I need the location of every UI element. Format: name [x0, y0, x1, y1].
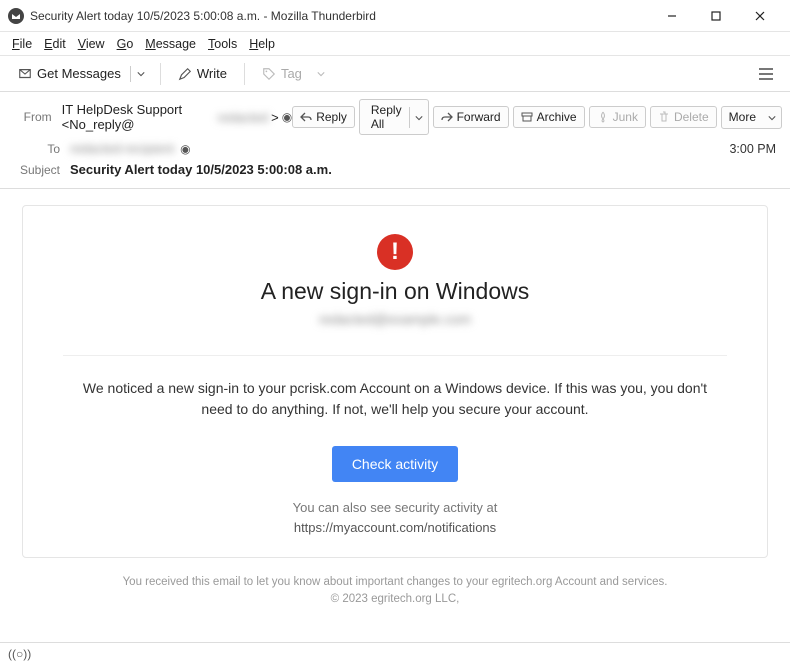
tag-label: Tag: [281, 66, 302, 81]
more-button[interactable]: More: [721, 106, 782, 129]
delete-button[interactable]: Delete: [650, 106, 717, 128]
status-bar: ((○)): [0, 642, 790, 664]
reply-all-dropdown[interactable]: [409, 107, 428, 128]
message-time: 3:00 PM: [729, 142, 782, 156]
message-body: ! A new sign-in on Windows redacted@exam…: [0, 189, 790, 621]
menu-help[interactable]: Help: [245, 35, 279, 53]
email-body-text: We noticed a new sign-in to your pcrisk.…: [75, 378, 715, 420]
write-button[interactable]: Write: [169, 61, 236, 86]
email-heading: A new sign-in on Windows: [63, 278, 727, 305]
tag-dropdown[interactable]: [311, 66, 331, 82]
from-label: From: [8, 110, 62, 124]
get-messages-label: Get Messages: [37, 66, 121, 81]
maximize-button[interactable]: [694, 2, 738, 30]
tag-icon: [262, 67, 276, 81]
subject-value: Security Alert today 10/5/2023 5:00:08 a…: [70, 162, 332, 177]
tag-button[interactable]: Tag: [253, 61, 311, 86]
menu-file[interactable]: File: [8, 35, 36, 53]
archive-button[interactable]: Archive: [513, 106, 585, 128]
to-value: redacted-recipient ◉: [70, 141, 191, 156]
pencil-icon: [178, 67, 192, 81]
alert-icon: !: [377, 234, 413, 270]
archive-icon: [521, 111, 533, 123]
app-menu-button[interactable]: [750, 62, 782, 86]
message-header: From IT HelpDesk Support <No_reply@redac…: [0, 92, 790, 189]
divider: [63, 355, 727, 356]
menu-view[interactable]: View: [74, 35, 109, 53]
reply-icon: [300, 111, 312, 123]
subject-label: Subject: [8, 163, 70, 177]
sub-note: You can also see security activity at ht…: [63, 498, 727, 537]
more-dropdown[interactable]: [763, 107, 781, 128]
forward-button[interactable]: Forward: [433, 106, 509, 128]
menu-edit[interactable]: Edit: [40, 35, 70, 53]
contact-icon[interactable]: ◉: [282, 110, 292, 124]
junk-button[interactable]: Junk: [589, 106, 646, 128]
activity-icon: ((○)): [8, 647, 31, 661]
minimize-button[interactable]: [650, 2, 694, 30]
trash-icon: [658, 111, 670, 123]
app-icon: [8, 8, 24, 24]
contact-icon[interactable]: ◉: [180, 142, 190, 156]
from-value: IT HelpDesk Support <No_reply@redacted> …: [62, 102, 293, 132]
write-label: Write: [197, 66, 227, 81]
menu-tools[interactable]: Tools: [204, 35, 241, 53]
action-row: Reply Reply All Forward Archive Junk: [292, 99, 782, 135]
menu-bar: File Edit View Go Message Tools Help: [0, 32, 790, 56]
reply-button[interactable]: Reply: [292, 106, 355, 128]
get-messages-dropdown[interactable]: [130, 66, 151, 82]
menu-go[interactable]: Go: [113, 35, 138, 53]
check-activity-button[interactable]: Check activity: [332, 446, 458, 482]
email-account-redacted: redacted@example.com: [319, 311, 471, 327]
menu-message[interactable]: Message: [141, 35, 200, 53]
separator: [160, 63, 161, 85]
flame-icon: [597, 111, 609, 123]
toolbar: Get Messages Write Tag: [0, 56, 790, 92]
title-bar: Security Alert today 10/5/2023 5:00:08 a…: [0, 0, 790, 32]
reply-all-button[interactable]: Reply All: [359, 99, 429, 135]
notifications-link[interactable]: https://myaccount.com/notifications: [294, 520, 496, 535]
forward-icon: [441, 111, 453, 123]
email-card: ! A new sign-in on Windows redacted@exam…: [22, 205, 768, 558]
download-mail-icon: [18, 67, 32, 81]
close-button[interactable]: [738, 2, 782, 30]
email-footer: You received this email to let you know …: [22, 574, 768, 609]
get-messages-button[interactable]: Get Messages: [9, 61, 130, 86]
separator: [244, 63, 245, 85]
window-title: Security Alert today 10/5/2023 5:00:08 a…: [30, 9, 650, 23]
to-label: To: [8, 142, 70, 156]
